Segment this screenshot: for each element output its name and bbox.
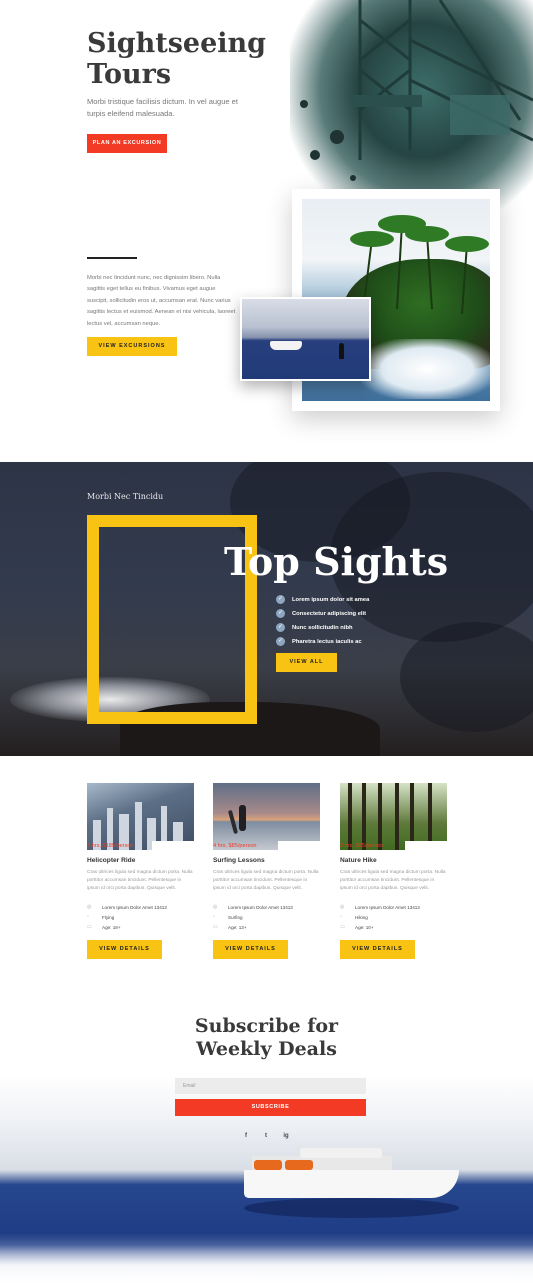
intro-text: Morbi nec tincidunt nunc, nec dignissim … [87,275,236,327]
check-icon: ✓ [276,609,285,618]
tour-price: 2 hrs, $65/person [340,843,384,849]
forest-image [340,783,447,850]
hero-title: Sightseeing Tours [87,28,267,90]
tour-title: Surfing Lessons [213,857,265,864]
section-divider [87,257,137,259]
tour-age: ▭ Age: 10+ [340,924,374,930]
view-details-button[interactable]: VIEW DETAILS [213,940,288,959]
tag-icon: ▫ [213,914,215,920]
tour-age: ▭ Age: 13+ [213,924,247,930]
view-details-button[interactable]: VIEW DETAILS [87,940,162,959]
check-icon: ✓ [276,595,285,604]
tour-address: ◎ Lorem Ipsum Dolor Amet 13413 [87,904,167,910]
tour-category: ▫ Hiking [340,914,368,920]
sights-eyebrow: Morbi Nec Tincidu [87,492,164,501]
tour-description: Cras ultrices ligula sed magna dictum po… [213,870,319,892]
calendar-icon: ▭ [213,924,218,930]
hero-subtitle: Morbi tristique facilisis dictum. In vel… [87,97,238,118]
check-icon: ✓ [276,637,285,646]
sights-title: Top Sights [224,539,449,584]
tour-price: 4 hrs, $85/person [213,843,257,849]
subscribe-button[interactable]: SUBSCRIBE [175,1099,366,1116]
tour-age: ▭ Age: 18+ [87,924,121,930]
tag-icon: ▫ [340,914,342,920]
yacht-hull [244,1170,459,1198]
twitter-icon[interactable]: t [261,1131,271,1141]
surfer-sunset-image [213,783,320,850]
tour-address: ◎ Lorem Ipsum Dolor Amet 13413 [340,904,420,910]
list-item: ✓ Consectetur adipiscing elit [276,609,367,618]
facebook-icon[interactable]: f [241,1131,251,1141]
plan-excursion-button[interactable]: PLAN AN EXCURSION [87,134,167,153]
tour-description: Cras ultrices ligula sed magna dictum po… [87,870,193,892]
boat-whale-photo [240,297,371,381]
city-aerial-image [87,783,194,850]
calendar-icon: ▭ [87,924,92,930]
tour-title: Helicopter Ride [87,857,136,864]
tour-title: Nature Hike [340,857,377,864]
lifeboat [285,1160,313,1170]
water-foam [0,1245,533,1286]
yacht-reflection [244,1198,459,1218]
check-icon: ✓ [276,623,285,632]
list-item: ✓ Pharetra lectus iaculis ac [276,637,362,646]
tour-category: ▫ Flying [87,914,115,920]
tour-category: ▫ Surfing [213,914,243,920]
list-item: ✓ Nunc sollicitudin nibh [276,623,353,632]
sights-checklist: ✓ Lorem ipsum dolor sit amea ✓ Consectet… [276,593,369,649]
list-item: ✓ Lorem ipsum dolor sit amea [276,595,370,604]
view-details-button[interactable]: VIEW DETAILS [340,940,415,959]
view-excursions-button[interactable]: VIEW EXCURSIONS [87,337,177,356]
yacht-cabin [300,1148,382,1158]
view-all-button[interactable]: VIEW ALL [276,653,337,672]
hero-section: Sightseeing Tours Morbi tristique facili… [0,0,533,460]
tour-price: 2 hrs, $185/person [87,843,134,849]
instagram-icon[interactable]: ig [281,1131,291,1141]
lifeboat [254,1160,282,1170]
subscribe-title: Subscribe for Weekly Deals [194,1015,339,1060]
tour-address: ◎ Lorem Ipsum Dolor Amet 13413 [213,904,293,910]
tag-icon: ▫ [87,914,89,920]
calendar-icon: ▭ [340,924,345,930]
email-field[interactable] [175,1078,366,1094]
map-pin-icon: ◎ [213,904,218,910]
map-pin-icon: ◎ [340,904,345,910]
top-sights-section: Morbi Nec Tincidu Top Sights ✓ Lorem ips… [0,462,533,756]
tour-description: Cras ultrices ligula sed magna dictum po… [340,870,446,892]
map-pin-icon: ◎ [87,904,92,910]
